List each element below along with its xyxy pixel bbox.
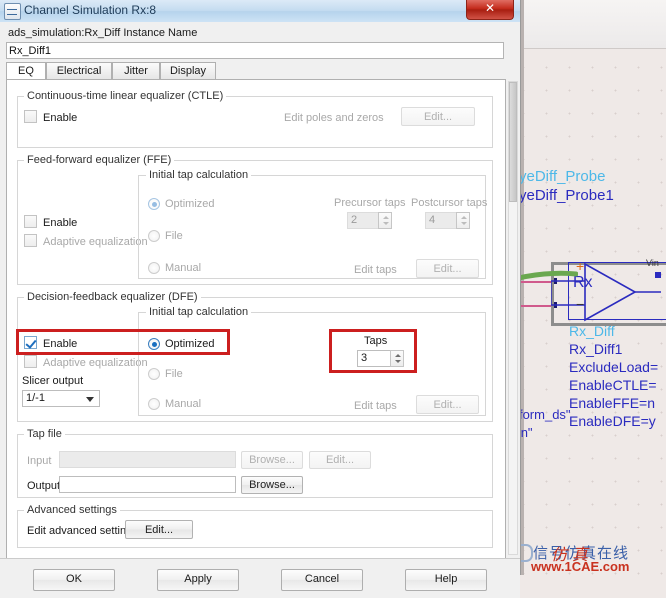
ffe-radio-file-label: File xyxy=(165,230,183,242)
ffe-postcursor-label: Postcursor taps xyxy=(411,197,488,209)
dialog-body: ads_simulation:Rx_Diff Instance Name EQ … xyxy=(0,22,520,598)
dialog-titlebar[interactable]: Channel Simulation Rx:8 ✕ xyxy=(0,0,520,23)
ffe-radio-manual[interactable] xyxy=(148,262,160,274)
ffe-adaptive-label: Adaptive equalization xyxy=(43,236,148,248)
dfe-enable-checkbox[interactable] xyxy=(24,336,37,349)
tab-jitter[interactable]: Jitter xyxy=(112,62,160,80)
schematic-param-enabledfe: EnableDFE=y xyxy=(569,413,656,429)
tap-file-input-browse-button[interactable]: Browse... xyxy=(241,451,303,469)
ffe-edit-taps-label: Edit taps xyxy=(354,264,397,276)
dfe-group-title: Decision-feedback equalizer (DFE) xyxy=(24,291,201,303)
ffe-radio-manual-label: Manual xyxy=(165,262,202,274)
instance-name-input[interactable] xyxy=(6,42,504,59)
schematic-toolbar-strip xyxy=(520,0,666,49)
ffe-radio-optimized[interactable] xyxy=(148,198,160,210)
dfe-slicer-output-select[interactable]: 1/-1 xyxy=(22,390,100,407)
tab-display[interactable]: Display xyxy=(160,62,216,80)
tap-file-group-title: Tap file xyxy=(24,428,65,440)
watermark-corner: 信号仿真在线 仿真 www.1CAE.com xyxy=(505,542,666,575)
tab-eq[interactable]: EQ xyxy=(6,62,46,80)
dfe-radio-manual[interactable] xyxy=(148,398,160,410)
dfe-slicer-output-value: 1/-1 xyxy=(26,392,45,404)
watermark-url: www.1CAE.com xyxy=(531,559,630,574)
ffe-adaptive-checkbox[interactable] xyxy=(24,234,37,247)
tap-file-output-label: Output xyxy=(27,480,61,492)
tap-file-output-field[interactable] xyxy=(59,476,236,493)
dfe-adaptive-checkbox[interactable] xyxy=(24,355,37,368)
rx-symbol-label: Rx xyxy=(573,274,593,291)
tab-electrical[interactable]: Electrical xyxy=(46,62,112,80)
channel-simulation-dialog: Channel Simulation Rx:8 ✕ ads_simulation… xyxy=(0,0,521,598)
chevron-down-icon xyxy=(86,397,94,402)
dfe-radio-manual-label: Manual xyxy=(165,398,202,410)
tap-file-input-field[interactable] xyxy=(59,451,236,468)
help-button[interactable]: Help xyxy=(405,569,487,591)
ffe-radio-optimized-label: Optimized xyxy=(165,198,215,210)
dfe-taps-value[interactable]: 3 xyxy=(357,350,391,367)
advanced-settings-edit-button[interactable]: Edit... xyxy=(125,520,193,539)
advanced-settings-group-title: Advanced settings xyxy=(24,504,120,516)
dfe-radio-file-label: File xyxy=(165,368,183,380)
dfe-edit-taps-label: Edit taps xyxy=(354,400,397,412)
ffe-initial-tap-title: Initial tap calculation xyxy=(146,169,252,181)
dfe-initial-tap-title: Initial tap calculation xyxy=(146,306,252,318)
ffe-enable-label: Enable xyxy=(43,217,78,229)
dialog-title: Channel Simulation Rx:8 xyxy=(24,3,157,17)
watermark-chinese-text: 信号仿真在线 xyxy=(533,544,630,562)
ffe-group-title: Feed-forward equalizer (FFE) xyxy=(24,154,175,166)
close-icon[interactable]: ✕ xyxy=(466,0,514,20)
dfe-radio-optimized[interactable] xyxy=(148,338,160,350)
ffe-enable-checkbox[interactable] xyxy=(24,215,37,228)
panel-scrollbar-thumb[interactable] xyxy=(509,82,517,202)
schematic-probe-type-label: EyeDiff_Probe xyxy=(509,168,606,185)
ffe-postcursor-value[interactable]: 4 xyxy=(425,212,457,229)
schematic-probe-instance-label: EyeDiff_Probe1 xyxy=(509,187,614,204)
rx-pin-label: Vin xyxy=(646,258,659,268)
dfe-enable-label: Enable xyxy=(43,338,78,350)
cancel-button[interactable]: Cancel xyxy=(281,569,363,591)
dfe-taps-label: Taps xyxy=(364,335,388,347)
schematic-rx-instance-label: Rx_Diff1 xyxy=(569,341,623,357)
ffe-precursor-value[interactable]: 2 xyxy=(347,212,379,229)
schematic-rx-type-label: Rx_Diff xyxy=(569,323,615,339)
ctle-enable-label: Enable xyxy=(43,112,78,124)
dfe-radio-file[interactable] xyxy=(148,368,160,380)
tab-bar: EQ Electrical Jitter Display xyxy=(6,62,504,80)
apply-button[interactable]: Apply xyxy=(157,569,239,591)
dfe-adaptive-label: Adaptive equalization xyxy=(43,357,148,369)
dfe-radio-optimized-label: Optimized xyxy=(165,338,215,350)
ctle-edit-button[interactable]: Edit... xyxy=(401,107,475,126)
window-icon xyxy=(4,3,21,20)
schematic-param-excludeload: ExcludeLoad= xyxy=(569,359,659,375)
ctle-enable-checkbox[interactable] xyxy=(24,110,37,123)
tap-file-input-label: Input xyxy=(27,455,52,467)
watermark-chinese-overlay: 仿真 xyxy=(551,545,594,564)
eq-tab-panel: Continuous-time linear equalizer (CTLE) … xyxy=(6,79,506,559)
dfe-taps-spin-buttons[interactable] xyxy=(390,350,404,367)
ffe-postcursor-spin-buttons[interactable] xyxy=(456,212,470,229)
rx-minus-sign: − xyxy=(576,296,585,312)
ctle-group-title: Continuous-time linear equalizer (CTLE) xyxy=(24,90,227,102)
ffe-postcursor-stepper[interactable]: 4 xyxy=(425,212,471,229)
instance-name-label: ads_simulation:Rx_Diff Instance Name xyxy=(8,27,198,39)
schematic-param-enablectle: EnableCTLE= xyxy=(569,377,657,393)
ffe-precursor-spin-buttons[interactable] xyxy=(378,212,392,229)
dfe-taps-stepper[interactable]: 3 xyxy=(357,350,407,367)
dfe-edit-taps-button[interactable]: Edit... xyxy=(416,395,479,414)
ffe-precursor-label: Precursor taps xyxy=(334,197,406,209)
tap-file-output-browse-button[interactable]: Browse... xyxy=(241,476,303,494)
dialog-footer: OK Apply Cancel Help xyxy=(0,558,520,598)
ctle-edit-poles-label: Edit poles and zeros xyxy=(284,112,384,124)
dfe-slicer-output-label: Slicer output xyxy=(22,375,84,387)
schematic-param-enableffe: EnableFFE=n xyxy=(569,395,655,411)
tap-file-input-edit-button[interactable]: Edit... xyxy=(309,451,371,469)
ok-button[interactable]: OK xyxy=(33,569,115,591)
advanced-settings-label: Edit advanced settings xyxy=(27,525,138,537)
rx-plus-sign: + xyxy=(576,258,585,274)
ffe-precursor-stepper[interactable]: 2 xyxy=(347,212,393,229)
ffe-edit-taps-button[interactable]: Edit... xyxy=(416,259,479,278)
ffe-radio-file[interactable] xyxy=(148,230,160,242)
rx-output-port xyxy=(655,272,661,278)
